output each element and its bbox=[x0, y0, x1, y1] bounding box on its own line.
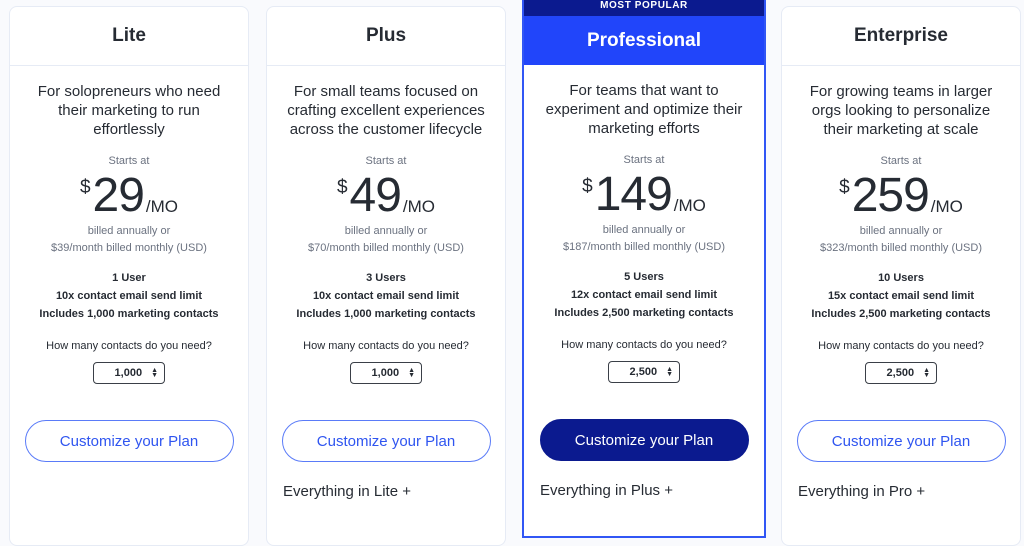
feature-send-limit: 10x contact email send limit bbox=[312, 290, 460, 302]
plan-header: Plus bbox=[267, 7, 505, 66]
plan-description: For solopreneurs who need their marketin… bbox=[37, 83, 221, 138]
price-period: /MO bbox=[673, 196, 706, 215]
contacts-value[interactable]: 2,500 bbox=[630, 366, 658, 378]
billing-note: billed annually or $70/month billed mont… bbox=[267, 223, 505, 257]
plan-card-lite: Lite For solopreneurs who need their mar… bbox=[9, 6, 249, 546]
plan-description: For small teams focused on crafting exce… bbox=[287, 83, 485, 138]
customize-plan-button[interactable]: Customize your Plan bbox=[796, 420, 1006, 462]
billing-line-2: $187/month billed monthly (USD) bbox=[562, 241, 726, 253]
up-down-arrows-icon[interactable]: ▲ ▼ bbox=[923, 367, 930, 379]
currency-symbol: $ bbox=[582, 176, 593, 197]
starts-at-label: Starts at bbox=[108, 155, 150, 167]
contacts-question: How many contacts do you need? bbox=[561, 339, 727, 351]
plan-name: Enterprise bbox=[854, 25, 948, 46]
plan-name: Lite bbox=[112, 25, 146, 46]
up-down-arrows-icon[interactable]: ▲ ▼ bbox=[666, 366, 673, 378]
feature-users: 1 User bbox=[112, 272, 146, 284]
up-down-arrows-icon[interactable]: ▲ ▼ bbox=[408, 367, 415, 379]
billing-line-2: $70/month billed monthly (USD) bbox=[308, 242, 464, 254]
billing-note: billed annually or $187/month billed mon… bbox=[524, 222, 764, 256]
plan-card-plus: Plus For small teams focused on crafting… bbox=[266, 6, 506, 546]
contacts-question: How many contacts do you need? bbox=[303, 340, 469, 352]
feature-users: 10 Users bbox=[878, 272, 924, 284]
contacts-stepper[interactable]: 2,500 ▲ ▼ bbox=[865, 362, 937, 384]
feature-contacts: Includes 1,000 marketing contacts bbox=[39, 308, 219, 320]
starts-at-label: Starts at bbox=[623, 154, 665, 166]
plan-name: Professional bbox=[586, 29, 702, 51]
contacts-value[interactable]: 1,000 bbox=[115, 367, 143, 379]
customize-plan-button[interactable]: Customize your Plan bbox=[24, 420, 234, 462]
feature-list: 3 Users 10x contact email send limit Inc… bbox=[267, 269, 505, 323]
contacts-stepper[interactable]: 1,000 ▲ ▼ bbox=[93, 362, 165, 384]
feature-contacts: Includes 2,500 marketing contacts bbox=[811, 308, 991, 320]
feature-send-limit: 10x contact email send limit bbox=[55, 290, 203, 302]
feature-send-limit: 12x contact email send limit bbox=[570, 289, 718, 301]
feature-list: 1 User 10x contact email send limit Incl… bbox=[10, 269, 248, 323]
plan-name: Plus bbox=[365, 25, 407, 46]
everything-in-label: Everything in Pro + bbox=[798, 483, 926, 500]
price-amount: 149 bbox=[594, 168, 673, 221]
currency-symbol: $ bbox=[839, 177, 850, 198]
price-period: /MO bbox=[402, 197, 436, 216]
starts-at-label: Starts at bbox=[365, 155, 407, 167]
contacts-value[interactable]: 1,000 bbox=[372, 367, 400, 379]
billing-line-1: billed annually or bbox=[859, 225, 943, 237]
price-period: /MO bbox=[930, 197, 963, 216]
billing-note: billed annually or $39/month billed mont… bbox=[10, 223, 248, 257]
contacts-value[interactable]: 2,500 bbox=[887, 367, 915, 379]
feature-users: 5 Users bbox=[624, 271, 664, 283]
up-down-arrows-icon[interactable]: ▲ ▼ bbox=[151, 367, 158, 379]
plan-header: Professional bbox=[524, 16, 764, 65]
plan-card-professional: MOST POPULAR Professional For teams that… bbox=[522, 0, 766, 538]
plan-description: For teams that want to experiment and op… bbox=[545, 82, 743, 137]
feature-users: 3 Users bbox=[366, 272, 406, 284]
price-period: /MO bbox=[145, 197, 179, 216]
most-popular-badge: MOST POPULAR bbox=[524, 0, 764, 16]
starts-at-label: Starts at bbox=[880, 155, 922, 167]
contacts-stepper[interactable]: 2,500 ▲ ▼ bbox=[608, 361, 680, 383]
price: $ 259 /MO bbox=[782, 171, 1020, 223]
currency-symbol: $ bbox=[79, 177, 91, 198]
feature-list: 5 Users 12x contact email send limit Inc… bbox=[524, 268, 764, 322]
contacts-stepper[interactable]: 1,000 ▲ ▼ bbox=[350, 362, 422, 384]
plan-description: For growing teams in larger orgs looking… bbox=[809, 83, 993, 138]
price: $ 49 /MO bbox=[267, 171, 505, 223]
contacts-question: How many contacts do you need? bbox=[818, 340, 984, 352]
contacts-question: How many contacts do you need? bbox=[46, 340, 212, 352]
billing-line-1: billed annually or bbox=[344, 225, 428, 237]
price-amount: 49 bbox=[349, 169, 402, 222]
price-amount: 259 bbox=[851, 169, 930, 222]
billing-line-2: $39/month billed monthly (USD) bbox=[51, 242, 207, 254]
billing-note: billed annually or $323/month billed mon… bbox=[782, 223, 1020, 257]
plan-header: Enterprise bbox=[782, 7, 1020, 66]
feature-contacts: Includes 2,500 marketing contacts bbox=[554, 307, 734, 319]
plan-card-enterprise: Enterprise For growing teams in larger o… bbox=[781, 6, 1021, 546]
everything-in-label: Everything in Lite + bbox=[283, 483, 411, 500]
billing-line-2: $323/month billed monthly (USD) bbox=[819, 242, 983, 254]
customize-plan-button[interactable]: Customize your Plan bbox=[281, 420, 491, 462]
billing-line-1: billed annually or bbox=[87, 225, 171, 237]
currency-symbol: $ bbox=[336, 177, 348, 198]
feature-list: 10 Users 15x contact email send limit In… bbox=[782, 269, 1020, 323]
plan-header: Lite bbox=[10, 7, 248, 66]
price: $ 29 /MO bbox=[10, 171, 248, 223]
everything-in-label: Everything in Plus + bbox=[540, 482, 673, 499]
feature-send-limit: 15x contact email send limit bbox=[827, 290, 975, 302]
price-amount: 29 bbox=[92, 169, 145, 222]
price: $ 149 /MO bbox=[524, 170, 764, 222]
feature-contacts: Includes 1,000 marketing contacts bbox=[296, 308, 476, 320]
billing-line-1: billed annually or bbox=[602, 224, 686, 236]
customize-plan-button[interactable]: Customize your Plan bbox=[539, 419, 749, 461]
